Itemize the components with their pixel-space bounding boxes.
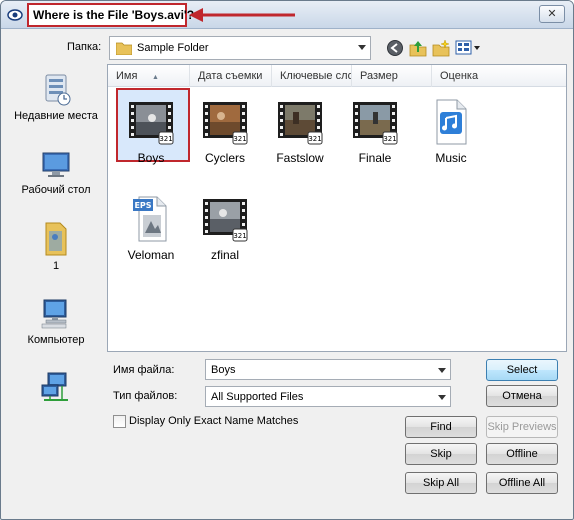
up-folder-icon[interactable] [409, 39, 427, 57]
file-name: zfinal [210, 248, 239, 262]
column-name[interactable]: Имя ▲ [108, 65, 190, 87]
views-menu-icon[interactable] [455, 39, 481, 57]
folder-combobox[interactable]: Sample Folder [109, 36, 371, 60]
column-header-row: Имя ▲ Дата съемки Ключевые слова Размер … [108, 65, 566, 87]
filename-input[interactable]: Boys [205, 359, 451, 380]
dialog-title: Where is the File 'Boys.avi'? [33, 8, 195, 22]
folder-icon [116, 42, 132, 55]
clip-badge: 321 [233, 135, 246, 143]
file-name: Fastslow [276, 151, 324, 165]
folder-label: Папка: [67, 41, 102, 53]
clip-badge: 321 [159, 135, 172, 143]
filetype-select[interactable]: All Supported Files [205, 386, 451, 407]
file-item[interactable]: 321 Cyclers [190, 98, 260, 165]
places-bar: Недавние места Рабочий стол 1 Компьютер [7, 65, 105, 415]
place-label: Компьютер [27, 334, 85, 346]
eps-badge: EPS [134, 201, 151, 210]
select-button[interactable]: Select [486, 359, 558, 381]
place-computer[interactable]: Компьютер [7, 297, 105, 347]
filetype-value: All Supported Files [211, 391, 304, 403]
desktop-icon [42, 152, 70, 177]
cancel-button[interactable]: Отмена [486, 385, 558, 407]
folder-value: Sample Folder [137, 42, 209, 54]
file-item[interactable]: EPS Veloman [116, 195, 186, 262]
column-size[interactable]: Размер [352, 65, 432, 87]
back-icon[interactable] [386, 39, 404, 57]
place-label: Рабочий стол [21, 184, 91, 196]
chevron-down-icon[interactable] [438, 368, 446, 373]
skip-previews-button[interactable]: Skip Previews [486, 416, 558, 438]
file-item[interactable]: Music [416, 98, 486, 165]
place-desktop[interactable]: Рабочий стол [7, 149, 105, 197]
offline-button[interactable]: Offline [486, 443, 558, 465]
place-label: Недавние места [14, 110, 98, 122]
place-network[interactable] [7, 371, 105, 407]
filename-value: Boys [211, 364, 236, 376]
audio-file-icon [436, 99, 467, 145]
file-locate-dialog: Where is the File 'Boys.avi'? ✕ Папка: S… [0, 0, 574, 520]
title-bar: Where is the File 'Boys.avi'? ✕ [1, 1, 573, 29]
app-eye-icon [7, 9, 23, 21]
file-item[interactable]: 321 zfinal [190, 195, 260, 262]
video-file-icon: 321 [203, 102, 248, 145]
offline-all-button[interactable]: Offline All [486, 472, 558, 494]
eps-file-icon: EPS [133, 196, 167, 242]
file-name: Music [435, 151, 467, 165]
column-date-taken[interactable]: Дата съемки [190, 65, 272, 87]
skip-button[interactable]: Skip [405, 443, 477, 465]
chevron-down-icon[interactable] [358, 45, 366, 50]
new-folder-icon[interactable] [432, 39, 450, 57]
skip-all-button[interactable]: Skip All [405, 472, 477, 494]
file-item[interactable]: 321 Fastslow [265, 98, 335, 165]
video-file-icon: 321 [278, 102, 323, 145]
exact-match-checkbox[interactable] [113, 415, 126, 428]
annotation-arrow [189, 8, 295, 22]
column-rating[interactable]: Оценка [432, 65, 566, 87]
file-item[interactable]: 321 Boys [116, 98, 186, 165]
close-button[interactable]: ✕ [539, 5, 565, 23]
file-name: Finale [358, 151, 392, 165]
video-file-icon: 321 [353, 102, 398, 145]
user-folder-icon [45, 222, 67, 256]
computer-icon [41, 299, 67, 329]
clip-badge: 321 [308, 135, 321, 143]
sort-ascending-icon: ▲ [152, 74, 159, 81]
exact-match-label: Display Only Exact Name Matches [129, 415, 299, 427]
file-name: Cyclers [204, 151, 245, 165]
find-button[interactable]: Find [405, 416, 477, 438]
network-icon [41, 372, 68, 401]
chevron-down-icon[interactable] [438, 395, 446, 400]
file-name: Boys [137, 151, 165, 165]
column-keywords[interactable]: Ключевые слова [272, 65, 352, 87]
filetype-label: Тип файлов: [113, 390, 178, 402]
clip-badge: 321 [233, 232, 246, 240]
file-name: Veloman [127, 248, 175, 262]
recent-places-icon [45, 74, 71, 106]
clip-badge: 321 [383, 135, 396, 143]
video-file-icon: 321 [129, 102, 174, 145]
place-user-folder[interactable]: 1 [7, 219, 105, 273]
place-label: 1 [52, 260, 60, 272]
file-item[interactable]: 321 Finale [340, 98, 410, 165]
video-file-icon: 321 [203, 199, 248, 242]
filename-label: Имя файла: [113, 364, 175, 376]
place-recent[interactable]: Недавние места [7, 73, 105, 123]
